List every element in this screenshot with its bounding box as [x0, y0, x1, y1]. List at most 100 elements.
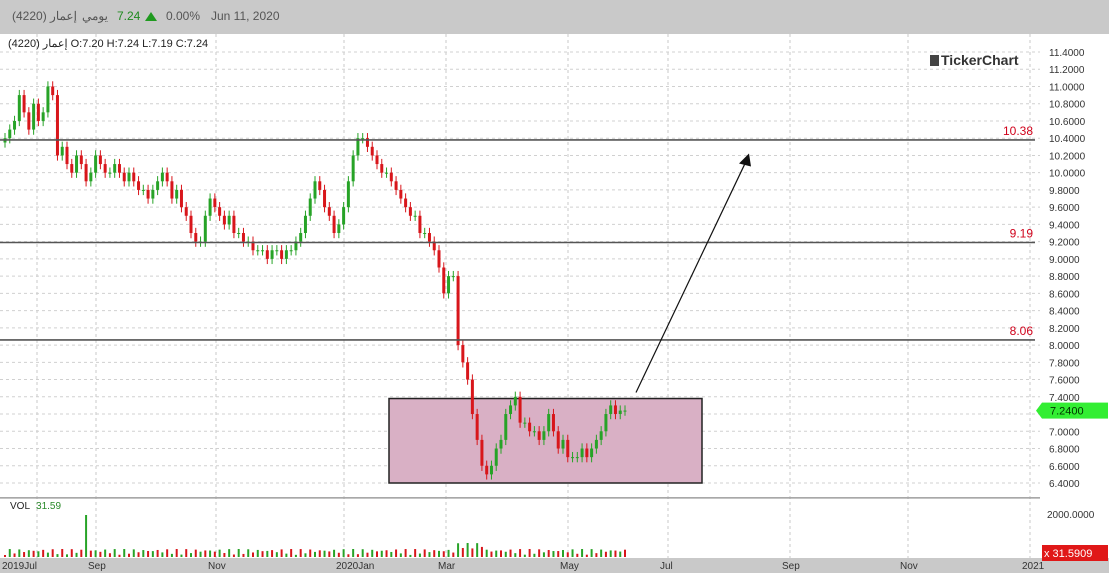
candle-body: [170, 181, 174, 199]
volume-bar: [166, 549, 169, 557]
volume-bar: [390, 551, 393, 557]
price-tick-label: 7.4000: [1049, 393, 1080, 404]
candle-body: [151, 189, 155, 199]
candle-body: [70, 164, 74, 173]
candle-body: [270, 250, 274, 259]
date-tick-label: May: [560, 561, 579, 572]
candle-body: [418, 215, 422, 234]
target-arrow-line: [635, 161, 747, 393]
volume-bar: [523, 554, 526, 557]
candle-body: [509, 405, 513, 415]
volume-bar: [490, 551, 493, 557]
last-price-tag-text: 7.2400: [1050, 406, 1084, 418]
volume-bar: [347, 554, 350, 557]
volume-bar: [147, 550, 150, 557]
candle-body: [356, 138, 360, 156]
volume-bar: [571, 549, 574, 557]
candle-body: [32, 103, 36, 130]
volume-bar: [361, 549, 364, 557]
date-tick-label: 2020Jan: [336, 561, 374, 572]
volume-bar: [395, 549, 398, 557]
candle-body: [480, 439, 484, 466]
volume-bar: [118, 554, 121, 557]
consolidation-box: [388, 397, 703, 484]
candle-body: [75, 155, 79, 173]
volume-bar: [528, 549, 531, 557]
volume-bar: [509, 549, 512, 557]
volume-bar: [323, 550, 326, 557]
price-tick-label: 9.2000: [1049, 238, 1080, 249]
candle-body: [194, 233, 198, 242]
price-tick-label: 9.8000: [1049, 186, 1080, 197]
candle-body: [485, 465, 489, 475]
volume-bar: [94, 550, 97, 557]
price-tick-label: 10.4000: [1049, 134, 1086, 145]
volume-bar: [442, 551, 445, 557]
candle-body: [413, 215, 417, 217]
volume-bar: [566, 552, 569, 557]
volume-bar: [466, 543, 469, 557]
candle-body: [51, 86, 55, 96]
candle-body: [523, 422, 527, 424]
chart-canvas[interactable]: 10.38 9.19 8.06 11.4000 11.2000 11.0000 10.800…: [0, 0, 1109, 573]
volume-bar: [161, 552, 164, 557]
volume-bar: [13, 553, 16, 557]
candle-body: [156, 181, 160, 190]
volume-bar: [581, 549, 584, 557]
price-tick-label: 7.6000: [1049, 376, 1080, 387]
candle-body: [261, 250, 265, 252]
volume-bar: [480, 546, 483, 557]
volume-bar: [218, 549, 221, 557]
volume-value-tag-text: x 31.5909: [1044, 548, 1092, 560]
candle-body: [499, 439, 503, 449]
volume-bar: [128, 553, 130, 557]
volume-bar: [314, 551, 316, 557]
candle-body: [408, 207, 412, 216]
volume-bar: [452, 552, 455, 557]
price-tick-label: 7.0000: [1049, 427, 1080, 438]
candle-body: [237, 233, 241, 235]
candle-body: [94, 155, 98, 173]
vol-value: 31.59: [36, 501, 62, 512]
candle-body: [132, 172, 136, 182]
volume-bar: [175, 549, 178, 557]
volume-bar: [66, 554, 68, 557]
level-label: 9.19: [1010, 227, 1034, 241]
price-tick-label: 6.4000: [1049, 479, 1080, 490]
candle-body: [299, 233, 303, 242]
candle-body: [222, 215, 226, 225]
volume-label: VOL 31.59: [10, 501, 61, 512]
candle-body: [375, 155, 379, 165]
volume-bar: [461, 548, 464, 557]
volume-bar: [557, 551, 560, 557]
candle-body: [518, 396, 522, 423]
candle-body: [103, 164, 107, 173]
candle-body: [342, 207, 346, 225]
volume-bar: [600, 549, 603, 557]
price-tick-label: 8.4000: [1049, 307, 1080, 318]
volume-bar: [123, 549, 126, 557]
volume-bar: [342, 549, 345, 557]
volume-bar: [275, 552, 278, 557]
candle-body: [399, 189, 403, 199]
candle-body: [137, 181, 141, 190]
candle-body: [585, 448, 589, 458]
volume-bar: [476, 543, 479, 557]
candle-body: [442, 267, 446, 294]
candle-body: [179, 189, 183, 208]
volume-bar: [624, 549, 626, 557]
candle-body: [427, 233, 431, 242]
price-tick-label: 10.2000: [1049, 151, 1086, 162]
candle-body: [203, 215, 207, 242]
price-tick-label: 11.2000: [1049, 65, 1085, 76]
volume-bar: [438, 550, 440, 557]
volume-bar: [500, 550, 502, 557]
candle-body: [160, 172, 164, 182]
candle-body: [423, 233, 427, 235]
candle-body: [175, 189, 179, 199]
volume-bar: [356, 554, 359, 557]
candle-body: [165, 172, 169, 182]
candle-body: [613, 405, 617, 415]
date-tick-label: Sep: [88, 561, 106, 572]
volume-bar: [376, 551, 378, 557]
